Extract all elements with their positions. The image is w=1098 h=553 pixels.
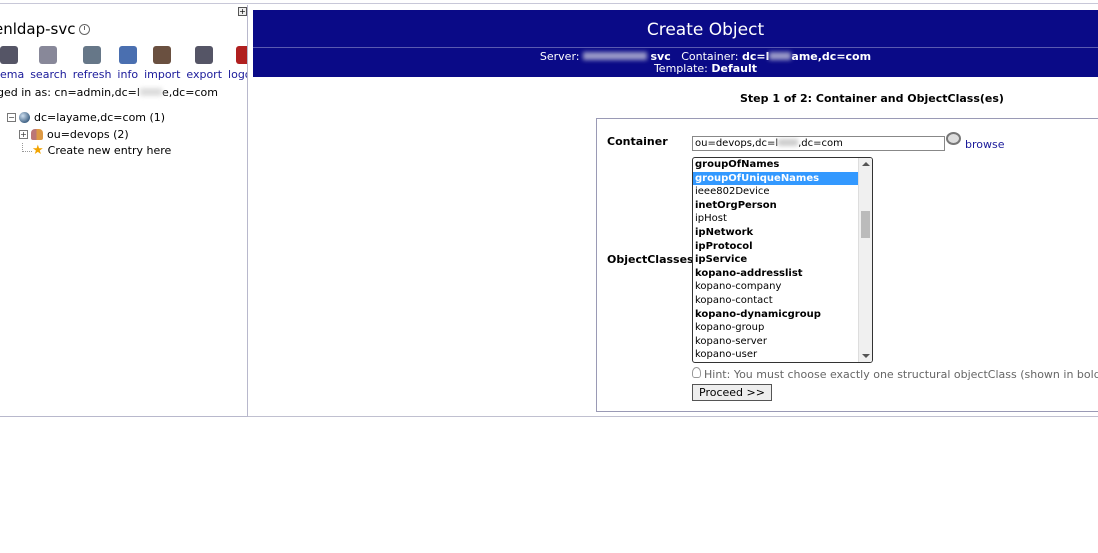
tree-child-label[interactable]: ou=devops (2)	[47, 128, 129, 141]
toolbar-label[interactable]: search	[30, 68, 67, 81]
lightbulb-icon	[692, 367, 701, 378]
redacted-blur	[582, 52, 647, 60]
search-icon[interactable]	[39, 46, 58, 64]
scroll-thumb[interactable]	[861, 211, 870, 238]
toolbar-label[interactable]: import	[144, 68, 180, 81]
objectclass-option[interactable]: ieee802Device	[693, 185, 858, 199]
objectclasses-label: ObjectClasses	[607, 253, 694, 266]
export-icon[interactable]	[195, 46, 214, 64]
container-input[interactable]: ou=devops,dc=l ,dc=com	[692, 136, 945, 151]
tree-create-entry[interactable]: ★ Create new entry here	[22, 142, 172, 158]
toolbar-label[interactable]: export	[186, 68, 222, 81]
objectclass-option[interactable]: kopano-contact	[693, 294, 858, 308]
objectclass-option[interactable]: kopano-group	[693, 321, 858, 335]
tree-panel: + enldap-svc hema search refresh info import…	[0, 5, 248, 417]
tree-root-node[interactable]: − dc=layame,dc=com (1)	[7, 111, 165, 124]
objectclass-option[interactable]: ipService	[693, 253, 858, 267]
toolbar-logout-button[interactable]: logout	[228, 46, 247, 81]
scroll-up-icon[interactable]	[862, 162, 870, 166]
header-bar: Create Object Server: svc Container: dc=…	[253, 10, 1098, 77]
redacted-blur	[769, 52, 792, 60]
step-title: Step 1 of 2: Container and ObjectClass(e…	[740, 92, 1004, 105]
toolbar-import-button[interactable]: import	[144, 46, 180, 81]
objectclass-option[interactable]: kopano-company	[693, 280, 858, 294]
hint-label: Hint: You must choose exactly one struct…	[704, 368, 1098, 381]
browse-icon[interactable]	[946, 132, 961, 145]
tree-toolbar: hema search refresh info import export logout	[0, 46, 247, 81]
proceed-button[interactable]: Proceed >>	[692, 384, 772, 401]
tree-child-node[interactable]: + ou=devops (2)	[19, 128, 129, 141]
objectclass-option[interactable]: kopano-dynamicgroup	[693, 308, 858, 322]
info-icon[interactable]	[118, 46, 137, 64]
globe-icon	[19, 112, 30, 123]
tree-root-label[interactable]: dc=layame,dc=com (1)	[34, 111, 165, 124]
toolbar-info-button[interactable]: info	[117, 46, 138, 81]
expand-panel-toggle[interactable]: +	[238, 7, 247, 16]
objectclass-option[interactable]: inetOrgPerson	[693, 199, 858, 213]
schema-icon[interactable]	[0, 46, 18, 64]
objectclass-option[interactable]: ipProtocol	[693, 240, 858, 254]
redacted-blur	[778, 139, 799, 146]
objectclass-option[interactable]: groupOfNames	[693, 158, 858, 172]
logout-icon[interactable]	[236, 46, 247, 64]
collapse-icon[interactable]: −	[7, 113, 16, 122]
top-border	[0, 3, 1098, 4]
create-entry-link[interactable]: Create new entry here	[48, 144, 172, 157]
clock-icon	[78, 24, 90, 35]
objectclass-option[interactable]: kopano-server	[693, 335, 858, 349]
template-info-line: Template: Default	[253, 62, 1098, 75]
server-name[interactable]: enldap-svc	[0, 20, 90, 38]
toolbar-label[interactable]: info	[117, 68, 138, 81]
logged-in-prefix: ged in as: cn=admin,dc=l	[0, 86, 140, 99]
objectclasses-items: groupOfNames groupOfUniqueNames ieee802Dev…	[693, 158, 872, 362]
container-input-value: ou=devops,dc=l	[695, 138, 779, 149]
redacted-blur	[139, 88, 162, 96]
hint-text: Hint: You must choose exactly one struct…	[692, 367, 1098, 381]
page-title: Create Object	[646, 20, 765, 40]
server-name-label: enldap-svc	[0, 20, 76, 38]
toolbar-hema-button[interactable]: hema	[0, 46, 24, 81]
import-icon[interactable]	[153, 46, 172, 64]
toolbar-search-button[interactable]: search	[30, 46, 67, 81]
listbox-scrollbar[interactable]	[858, 158, 872, 362]
tree-connector	[22, 143, 32, 152]
header-divider	[253, 47, 1098, 48]
objectclass-option[interactable]: groupOfUniqueNames	[693, 171, 858, 186]
objectclass-option[interactable]: ipHost	[693, 212, 858, 226]
main-bottom-border	[248, 416, 1098, 417]
logged-in-suffix: e,dc=com	[161, 86, 218, 99]
template-value: Default	[711, 62, 758, 75]
org-unit-icon	[31, 129, 43, 140]
toolbar-label[interactable]: hema	[0, 68, 24, 81]
objectclasses-listbox[interactable]: groupOfNames groupOfUniqueNames ieee802Dev…	[692, 157, 873, 363]
container-field-label: Container	[607, 135, 668, 148]
expand-icon[interactable]: +	[19, 130, 28, 139]
toolbar-export-button[interactable]: export	[186, 46, 222, 81]
objectclass-option[interactable]: kopano-addresslist	[693, 267, 858, 281]
objectclass-option[interactable]: kopano-user	[693, 348, 858, 362]
toolbar-refresh-button[interactable]: refresh	[73, 46, 112, 81]
objectclass-option[interactable]: ipNetwork	[693, 226, 858, 240]
scroll-down-icon[interactable]	[862, 354, 870, 358]
logged-in-text: ged in as: cn=admin,dc=l e,dc=com	[0, 86, 218, 99]
refresh-icon[interactable]	[83, 46, 102, 64]
toolbar-label[interactable]: refresh	[73, 68, 112, 81]
toolbar-label[interactable]: logout	[228, 68, 247, 81]
star-icon: ★	[32, 142, 44, 158]
template-label: Template:	[653, 62, 708, 75]
browse-link[interactable]: browse	[965, 138, 1005, 151]
container-input-tail: ,dc=com	[798, 138, 843, 149]
